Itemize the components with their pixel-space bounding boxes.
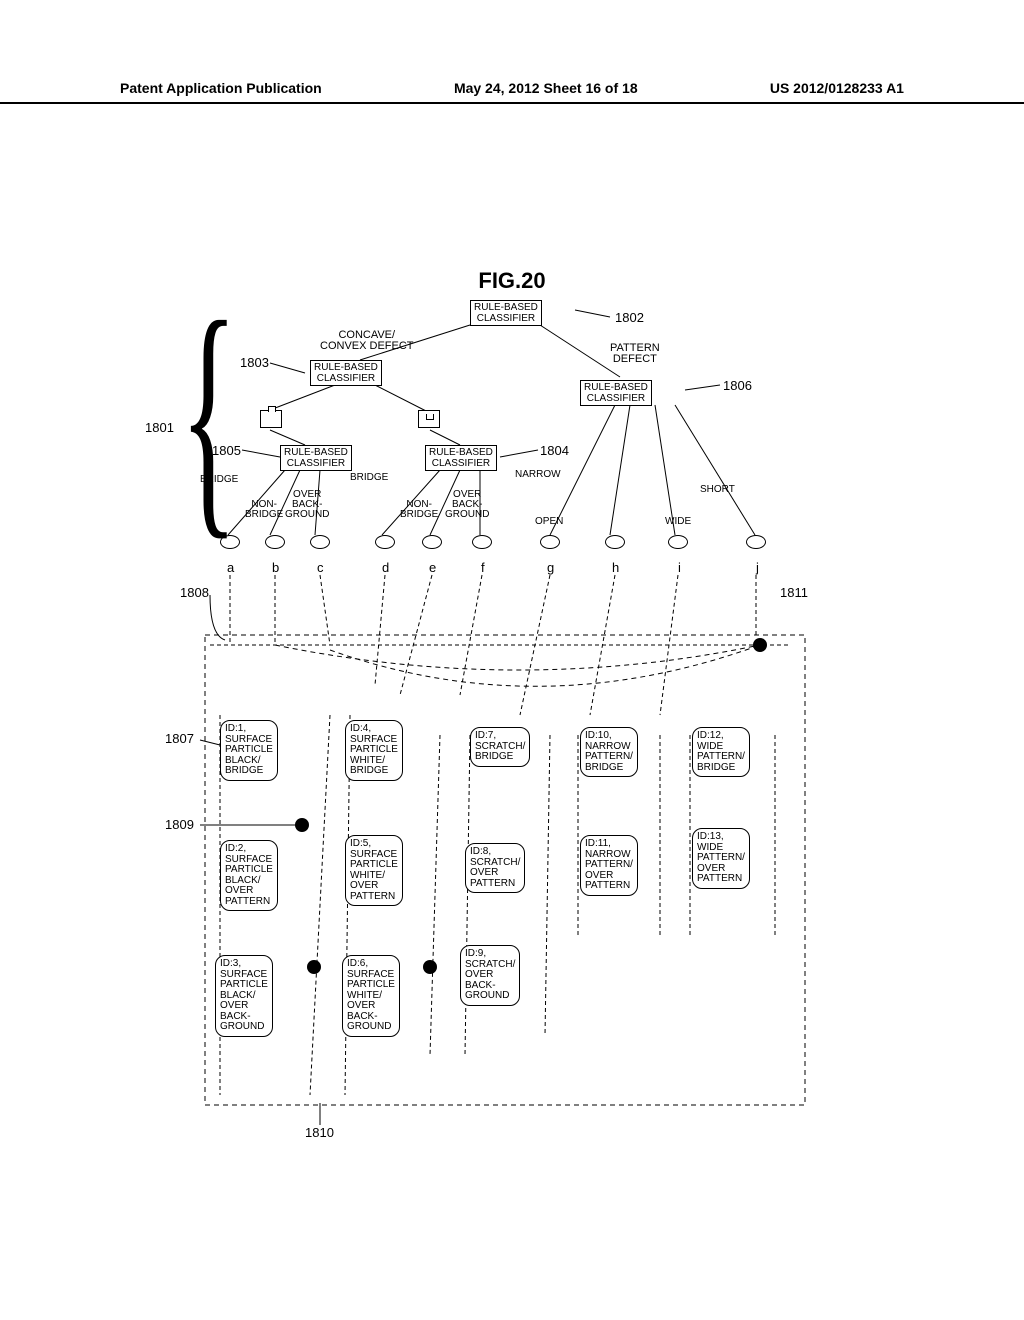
letter-g: g xyxy=(547,560,554,575)
leaf-j xyxy=(746,535,766,549)
letter-i: i xyxy=(678,560,681,575)
open-label: OPEN xyxy=(535,517,563,527)
ref-1806: 1806 xyxy=(723,378,752,393)
classifier-1804: RULE-BASEDCLASSIFIER xyxy=(425,445,497,471)
ref-1810: 1810 xyxy=(305,1125,334,1140)
idbox-11: ID:11,NARROWPATTERN/OVERPATTERN xyxy=(580,835,638,896)
idbox-3: ID:3,SURFACEPARTICLEBLACK/OVERBACK-GROUN… xyxy=(215,955,273,1037)
letter-c: c xyxy=(317,560,324,575)
letter-b: b xyxy=(272,560,279,575)
leaf-c xyxy=(310,535,330,549)
pattern-defect-label: PATTERNDEFECT xyxy=(610,343,660,365)
ref-1803: 1803 xyxy=(240,355,269,370)
letter-a: a xyxy=(227,560,234,575)
dot-1809 xyxy=(295,818,309,832)
ref-1801: 1801 xyxy=(145,420,174,435)
letter-j: j xyxy=(756,560,759,575)
classifier-1803: RULE-BASEDCLASSIFIER xyxy=(310,360,382,386)
header-right: US 2012/0128233 A1 xyxy=(770,80,904,96)
idbox-10: ID:10,NARROWPATTERN/BRIDGE xyxy=(580,727,638,777)
concave-convex-label: CONCAVE/CONVEX DEFECT xyxy=(320,330,414,352)
ref-1809: 1809 xyxy=(165,817,194,832)
header-center: May 24, 2012 Sheet 16 of 18 xyxy=(454,80,638,96)
classifier-1806: RULE-BASEDCLASSIFIER xyxy=(580,380,652,406)
brace-1801: { xyxy=(180,283,238,547)
leaf-g xyxy=(540,535,560,549)
leaf-i xyxy=(668,535,688,549)
figure-title: FIG.20 xyxy=(0,268,1024,294)
idbox-2: ID:2,SURFACEPARTICLEBLACK/OVERPATTERN xyxy=(220,840,278,911)
bridge-label-2: BRIDGE xyxy=(350,473,388,483)
nonbridge-label-1: NON-BRIDGE xyxy=(245,500,283,520)
idbox-6: ID:6,SURFACEPARTICLEWHITE/OVERBACK-GROUN… xyxy=(342,955,400,1037)
header-left: Patent Application Publication xyxy=(120,80,322,96)
leaf-b xyxy=(265,535,285,549)
idbox-8: ID:8,SCRATCH/OVERPATTERN xyxy=(465,843,525,893)
letter-e: e xyxy=(429,560,436,575)
dot-row3-col2 xyxy=(423,960,437,974)
narrow-label: NARROW xyxy=(515,470,561,480)
letter-h: h xyxy=(612,560,619,575)
idbox-13: ID:13,WIDEPATTERN/OVERPATTERN xyxy=(692,828,750,889)
dot-1811 xyxy=(753,638,767,652)
idbox-9: ID:9,SCRATCH/OVERBACK-GROUND xyxy=(460,945,520,1006)
ref-1811: 1811 xyxy=(780,585,808,600)
concave-icon xyxy=(418,410,440,428)
idbox-1: ID:1,SURFACEPARTICLEBLACK/BRIDGE xyxy=(220,720,278,781)
idbox-4: ID:4,SURFACEPARTICLEWHITE/BRIDGE xyxy=(345,720,403,781)
letter-d: d xyxy=(382,560,389,575)
idbox-12: ID:12,WIDEPATTERN/BRIDGE xyxy=(692,727,750,777)
over-bg-label-1: OVERBACK-GROUND xyxy=(285,490,329,520)
idbox-5: ID:5,SURFACEPARTICLEWHITE/OVERPATTERN xyxy=(345,835,403,906)
leaf-f xyxy=(472,535,492,549)
diagram-container: RULE-BASEDCLASSIFIER RULE-BASEDCLASSIFIE… xyxy=(120,295,900,1175)
leaf-d xyxy=(375,535,395,549)
leaf-e xyxy=(422,535,442,549)
nonbridge-label-2: NON-BRIDGE xyxy=(400,500,438,520)
convex-icon xyxy=(260,410,282,428)
ref-1804: 1804 xyxy=(540,443,569,458)
classifier-1802: RULE-BASEDCLASSIFIER xyxy=(470,300,542,326)
dot-row3-col1 xyxy=(307,960,321,974)
ref-1808: 1808 xyxy=(180,585,209,600)
classifier-1805: RULE-BASEDCLASSIFIER xyxy=(280,445,352,471)
short-label: SHORT xyxy=(700,485,735,495)
leaf-h xyxy=(605,535,625,549)
ref-1807: 1807 xyxy=(165,731,194,746)
wide-label: WIDE xyxy=(665,517,691,527)
idbox-7: ID:7,SCRATCH/BRIDGE xyxy=(470,727,530,767)
over-bg-label-2: OVERBACK-GROUND xyxy=(445,490,489,520)
letter-f: f xyxy=(481,560,485,575)
ref-1802: 1802 xyxy=(615,310,644,325)
